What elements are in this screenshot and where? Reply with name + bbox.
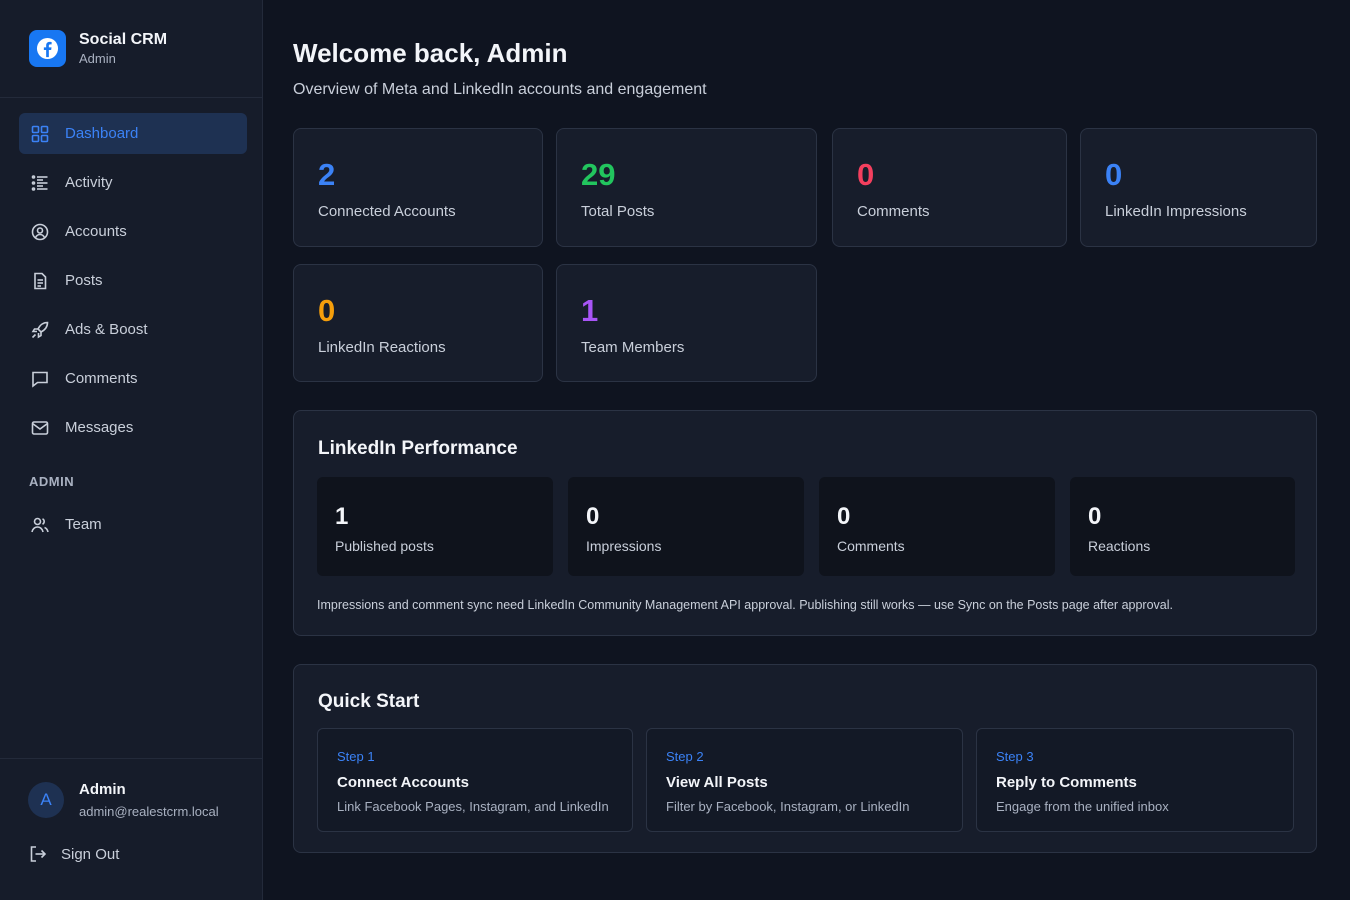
sidebar: Social CRM Admin Dashboard Activity Acco…: [0, 0, 263, 900]
sidebar-divider: [0, 97, 262, 98]
sidebar-divider: [0, 758, 262, 759]
sidebar-item-label: Comments: [65, 370, 138, 387]
step-number: Step 3: [996, 749, 1034, 764]
user-name: Admin: [79, 781, 126, 798]
stat-label: LinkedIn Impressions: [1105, 203, 1247, 220]
sign-out-button[interactable]: Sign Out: [29, 845, 119, 863]
admin-nav: Team: [19, 504, 247, 553]
step-title: View All Posts: [666, 774, 768, 791]
step-number: Step 2: [666, 749, 704, 764]
sidebar-item-activity[interactable]: Activity: [19, 162, 247, 203]
quick-start-step-reply-comments[interactable]: Step 3 Reply to Comments Engage from the…: [976, 728, 1294, 832]
page-title: Welcome back, Admin: [293, 38, 568, 68]
step-description: Link Facebook Pages, Instagram, and Link…: [337, 799, 609, 814]
sidebar-item-label: Activity: [65, 174, 113, 191]
admin-section-heading: ADMIN: [29, 474, 75, 489]
sign-out-icon: [29, 845, 47, 863]
li-card-comments: 0 Comments: [819, 477, 1055, 576]
page-subtitle: Overview of Meta and LinkedIn accounts a…: [293, 81, 707, 98]
li-label: Reactions: [1088, 538, 1151, 554]
brand-title: Social CRM: [79, 31, 168, 48]
li-value: 0: [837, 503, 851, 530]
li-value: 1: [335, 503, 349, 530]
sidebar-item-team[interactable]: Team: [19, 504, 247, 545]
li-label: Impressions: [586, 538, 662, 554]
step-description: Engage from the unified inbox: [996, 799, 1169, 814]
sign-out-label: Sign Out: [61, 845, 120, 863]
linkedin-performance-panel: LinkedIn Performance 1 Published posts 0…: [293, 410, 1317, 636]
step-description: Filter by Facebook, Instagram, or Linked…: [666, 799, 910, 814]
document-icon: [31, 272, 49, 290]
panel-title: LinkedIn Performance: [318, 438, 518, 459]
stat-value: 0: [857, 157, 875, 192]
sidebar-item-dashboard[interactable]: Dashboard: [19, 113, 247, 154]
stat-label: LinkedIn Reactions: [318, 339, 446, 356]
stat-label: Total Posts: [581, 203, 655, 220]
list-icon: [31, 174, 49, 192]
avatar: A: [28, 782, 64, 818]
step-title: Connect Accounts: [337, 774, 469, 791]
sidebar-item-label: Ads & Boost: [65, 321, 148, 338]
users-icon: [31, 516, 49, 534]
sidebar-item-label: Dashboard: [65, 125, 139, 142]
stat-label: Connected Accounts: [318, 203, 456, 220]
user-profile[interactable]: A Admin admin@realestcrm.local: [28, 780, 219, 824]
stat-value: 1: [581, 293, 599, 328]
quick-start-panel: Quick Start Step 1 Connect Accounts Link…: [293, 664, 1317, 853]
grid-icon: [31, 125, 49, 143]
stat-card-connected-accounts: 2 Connected Accounts: [293, 128, 543, 247]
linkedin-api-note: Impressions and comment sync need Linked…: [317, 598, 1173, 612]
li-card-reactions: 0 Reactions: [1070, 477, 1295, 576]
quick-start-step-connect-accounts[interactable]: Step 1 Connect Accounts Link Facebook Pa…: [317, 728, 633, 832]
stat-card-total-posts: 29 Total Posts: [556, 128, 817, 247]
quick-start-step-view-posts[interactable]: Step 2 View All Posts Filter by Facebook…: [646, 728, 963, 832]
stat-label: Team Members: [581, 339, 685, 356]
li-label: Published posts: [335, 538, 434, 554]
brand[interactable]: Social CRM Admin: [29, 30, 167, 67]
sidebar-item-label: Accounts: [65, 223, 127, 240]
li-value: 0: [586, 503, 600, 530]
li-card-impressions: 0 Impressions: [568, 477, 804, 576]
stat-card-linkedin-impressions: 0 LinkedIn Impressions: [1080, 128, 1317, 247]
sidebar-nav: Dashboard Activity Accounts Posts Ads & …: [19, 113, 247, 456]
user-email: admin@realestcrm.local: [79, 804, 219, 819]
accounts-icon: [31, 223, 49, 241]
comment-icon: [31, 370, 49, 388]
sidebar-item-label: Posts: [65, 272, 103, 289]
stat-value: 29: [581, 157, 616, 192]
sidebar-item-label: Team: [65, 516, 102, 533]
stat-card-linkedin-reactions: 0 LinkedIn Reactions: [293, 264, 543, 382]
stat-value: 0: [318, 293, 336, 328]
facebook-logo-icon: [29, 30, 66, 67]
stat-card-comments: 0 Comments: [832, 128, 1067, 247]
mail-icon: [31, 419, 49, 437]
li-value: 0: [1088, 503, 1102, 530]
stat-label: Comments: [857, 203, 930, 220]
li-card-published-posts: 1 Published posts: [317, 477, 553, 576]
step-title: Reply to Comments: [996, 774, 1137, 791]
sidebar-item-comments[interactable]: Comments: [19, 358, 247, 399]
rocket-icon: [31, 321, 49, 339]
sidebar-item-ads-boost[interactable]: Ads & Boost: [19, 309, 247, 350]
stat-value: 0: [1105, 157, 1123, 192]
li-label: Comments: [837, 538, 905, 554]
sidebar-item-messages[interactable]: Messages: [19, 407, 247, 448]
brand-subtitle: Admin: [79, 51, 116, 66]
stat-card-team-members: 1 Team Members: [556, 264, 817, 382]
sidebar-item-accounts[interactable]: Accounts: [19, 211, 247, 252]
sidebar-item-posts[interactable]: Posts: [19, 260, 247, 301]
panel-title: Quick Start: [318, 691, 420, 712]
stat-value: 2: [318, 157, 336, 192]
step-number: Step 1: [337, 749, 375, 764]
sidebar-item-label: Messages: [65, 419, 134, 436]
